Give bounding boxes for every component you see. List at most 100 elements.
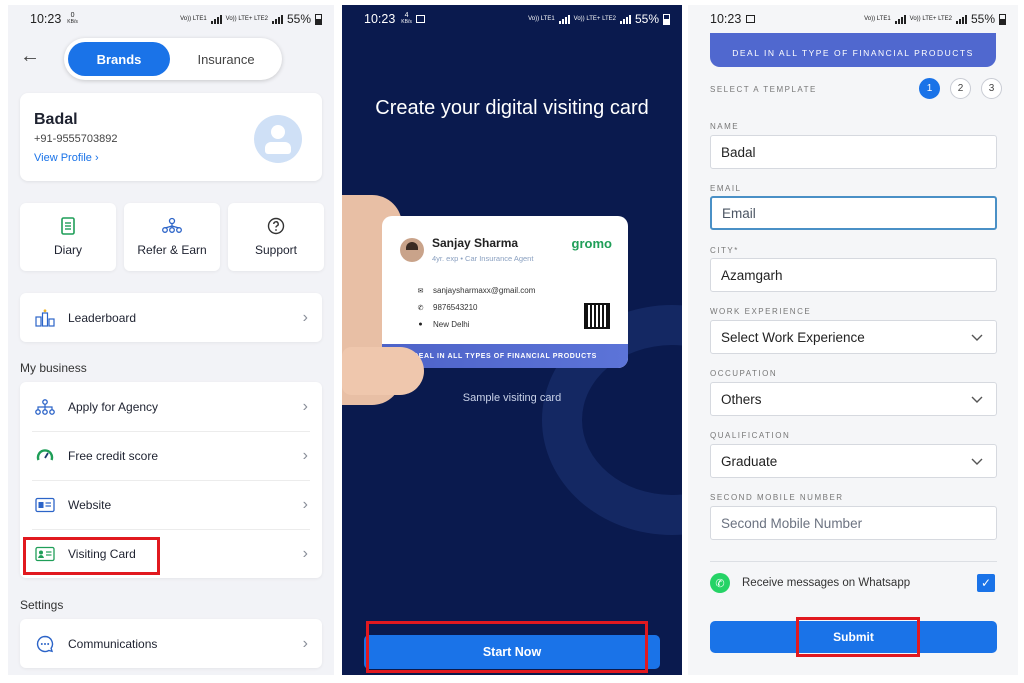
- divider: [710, 561, 997, 562]
- view-profile-label: View Profile: [34, 152, 92, 164]
- network-label-1: Vo)) LTE1: [864, 16, 891, 22]
- tab-insurance[interactable]: Insurance: [174, 42, 278, 76]
- submit-highlight: [796, 617, 920, 657]
- card-email-line: ✉ sanjaysharmaxx@gmail.com: [416, 286, 536, 295]
- template-label: SELECT A TEMPLATE: [710, 85, 817, 94]
- template-option-2[interactable]: 2: [950, 78, 971, 99]
- network-label-2: Vo)) LTE+ LTE2: [573, 16, 616, 22]
- settings-list: Communications ›: [20, 619, 322, 668]
- view-profile-link[interactable]: View Profile ›: [34, 152, 99, 164]
- battery-percent: 55%: [970, 12, 995, 26]
- qualification-select[interactable]: Graduate: [710, 444, 997, 478]
- network-label-1: Vo)) LTE1: [180, 16, 207, 22]
- profile-phone: +91-9555703892: [34, 133, 118, 145]
- chevron-right-icon: ›: [302, 397, 308, 415]
- network-label-2: Vo)) LTE+ LTE2: [909, 16, 952, 22]
- business-item-apply-agency[interactable]: Apply for Agency ›: [20, 382, 322, 431]
- whatsapp-checkbox[interactable]: ✓: [977, 574, 995, 592]
- status-bar: 10:23 Vo)) LTE1 Vo)) LTE+ LTE2 55%: [688, 5, 1018, 33]
- second-mobile-field[interactable]: Second Mobile Number: [710, 506, 997, 540]
- signal-icon: [558, 14, 570, 24]
- status-bar: 10:23 4 KB/s Vo)) LTE1 Vo)) LTE+ LTE2 55…: [342, 5, 682, 33]
- leaderboard-label: Leaderboard: [68, 310, 137, 325]
- work-experience-select[interactable]: Select Work Experience: [710, 320, 997, 354]
- city-label: CITY*: [710, 246, 739, 255]
- battery-percent: 55%: [286, 12, 311, 26]
- avatar: [254, 115, 302, 163]
- back-arrow-icon[interactable]: ←: [20, 45, 40, 68]
- chevron-down-icon: [970, 454, 984, 471]
- start-now-highlight: [366, 621, 648, 673]
- email-field[interactable]: Email: [710, 196, 997, 230]
- tile-label: Refer & Earn: [137, 243, 207, 257]
- tile-label: Diary: [53, 243, 82, 257]
- status-speed: 0: [70, 12, 75, 19]
- network-label-2: Vo)) LTE+ LTE2: [225, 16, 268, 22]
- card-subtitle: 4yr. exp • Car Insurance Agent: [432, 254, 534, 263]
- business-item-label: Free credit score: [68, 449, 159, 463]
- settings-item-communications[interactable]: Communications ›: [20, 619, 322, 668]
- mail-icon: ✉: [417, 287, 424, 295]
- whatsapp-label: Receive messages on Whatsapp: [742, 577, 911, 589]
- template-option-3[interactable]: 3: [981, 78, 1002, 99]
- signal-icon: [271, 14, 283, 24]
- template-option-1[interactable]: 1: [919, 78, 940, 99]
- occupation-value: Others: [721, 391, 762, 407]
- card-phone-line: ✆ 9876543210: [416, 303, 478, 312]
- tile-diary[interactable]: Diary: [20, 203, 116, 271]
- gallery-icon: [415, 15, 425, 23]
- chevron-right-icon: ›: [302, 447, 308, 464]
- diary-icon: [60, 217, 76, 235]
- communications-icon: [34, 635, 56, 653]
- tile-support[interactable]: Support: [228, 203, 324, 271]
- quick-actions: Diary Refer & Earn Support: [20, 203, 324, 271]
- signal-icon: [210, 14, 222, 24]
- agency-icon: [34, 398, 56, 415]
- chevron-down-icon: [970, 392, 984, 409]
- website-icon: [34, 497, 56, 513]
- work-experience-value: Select Work Experience: [721, 329, 865, 345]
- chevron-right-icon: ›: [302, 496, 308, 513]
- visiting-card-highlight: [23, 537, 160, 575]
- sample-caption: Sample visiting card: [462, 392, 562, 404]
- qualification-value: Graduate: [721, 453, 778, 469]
- business-item-website[interactable]: Website ›: [32, 480, 310, 529]
- my-business-heading: My business: [20, 361, 87, 375]
- thumb-illustration: [342, 347, 424, 395]
- occupation-label: OCCUPATION: [710, 369, 778, 378]
- home-header: ← Brands Insurance: [8, 35, 334, 85]
- status-speed-unit: KB/s: [67, 19, 78, 25]
- tab-brands[interactable]: Brands: [68, 42, 170, 76]
- status-time: 10:23: [710, 12, 742, 26]
- chevron-right-icon: ›: [302, 308, 308, 326]
- leaderboard-row[interactable]: Leaderboard ›: [20, 293, 322, 342]
- name-field[interactable]: Badal: [710, 135, 997, 169]
- battery-percent: 55%: [634, 12, 659, 26]
- refer-icon: [161, 217, 183, 235]
- occupation-select[interactable]: Others: [710, 382, 997, 416]
- card-brand-logo: gromo: [571, 236, 612, 251]
- signal-icon: [894, 14, 906, 24]
- city-field[interactable]: Azamgarh: [710, 258, 997, 292]
- business-item-label: Website: [68, 498, 112, 512]
- settings-heading: Settings: [20, 598, 64, 612]
- leaderboard-card[interactable]: Leaderboard ›: [20, 293, 322, 342]
- status-speed-unit: KB/s: [401, 19, 412, 25]
- chevron-down-icon: [970, 330, 984, 347]
- qualification-label: QUALIFICATION: [710, 431, 791, 440]
- whatsapp-icon: ✆: [710, 573, 730, 593]
- chevron-right-icon: ›: [302, 545, 308, 562]
- network-label-1: Vo)) LTE1: [528, 16, 555, 22]
- business-item-credit-score[interactable]: Free credit score ›: [32, 431, 310, 480]
- status-time: 10:23: [30, 12, 62, 26]
- card-photo: [400, 238, 424, 262]
- profile-name: Badal: [34, 111, 78, 128]
- card-location: New Delhi: [433, 320, 470, 329]
- profile-card[interactable]: Badal +91-9555703892 View Profile ›: [20, 93, 322, 181]
- card-form-screen: 10:23 Vo)) LTE1 Vo)) LTE+ LTE2 55% DEAL …: [688, 5, 1018, 675]
- whatsapp-opt-in-row[interactable]: ✆ Receive messages on Whatsapp ✓: [710, 570, 997, 596]
- support-icon: [267, 217, 285, 235]
- email-label: EMAIL: [710, 184, 742, 193]
- settings-item-label: Communications: [68, 636, 158, 651]
- tile-refer-earn[interactable]: Refer & Earn: [124, 203, 220, 271]
